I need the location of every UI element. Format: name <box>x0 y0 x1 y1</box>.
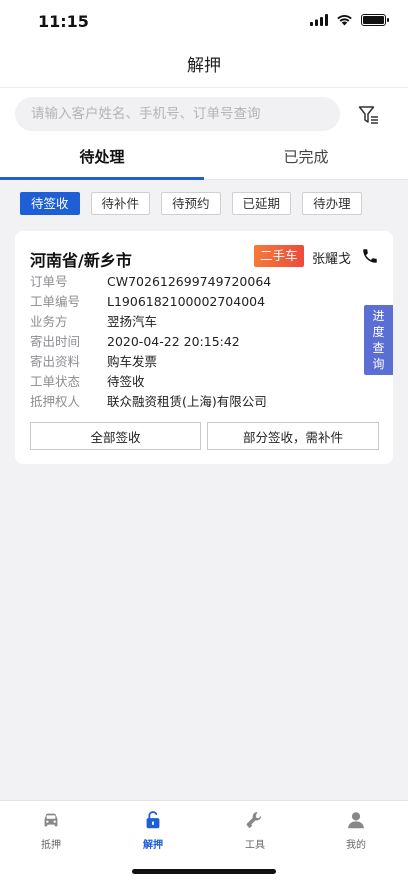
work-order-label: 工单编号 <box>30 294 81 309</box>
tabbar-label: 我的 <box>346 840 366 851</box>
contact-name: 张耀戈 <box>312 252 352 267</box>
business-party-label: 业务方 <box>30 314 68 329</box>
info-row: 寄出资料 购车发票 <box>30 352 271 372</box>
tabbar-mortgage[interactable]: 抵押 <box>21 809 81 851</box>
call-button[interactable] <box>361 247 379 265</box>
tabbar-label: 工具 <box>245 840 265 851</box>
unlock-icon <box>146 811 160 829</box>
order-info: 订单号 CW702612699749720064 工单编号 L190618210… <box>30 272 271 412</box>
info-row: 工单编号 L1906182100002704004 <box>30 292 271 312</box>
wifi-icon <box>337 15 352 26</box>
info-row: 业务方 翌扬汽车 <box>30 312 271 332</box>
search-input[interactable] <box>15 97 340 131</box>
progress-char: 度 <box>372 325 385 339</box>
business-party-value: 翌扬汽车 <box>107 314 158 329</box>
tabbar-label: 解押 <box>143 840 163 851</box>
send-time-value: 2020-04-22 20:15:42 <box>107 334 240 349</box>
work-order-value: L1906182100002704004 <box>107 294 266 309</box>
card-city: 河南省/新乡市 <box>30 251 132 270</box>
info-row: 抵押权人 联众融资租赁(上海)有限公司 <box>30 392 271 412</box>
page-title: 解押 <box>187 56 221 76</box>
car-icon <box>44 813 58 827</box>
tabbar-mine[interactable]: 我的 <box>326 809 386 851</box>
order-no-label: 订单号 <box>30 274 68 289</box>
chip-delayed[interactable]: 已延期 <box>231 192 292 215</box>
nav-bar: 解押 <box>0 44 408 88</box>
mortgagee-label: 抵押权人 <box>30 394 81 409</box>
order-no-value: CW702612699749720064 <box>107 274 272 289</box>
filter-button[interactable] <box>356 102 382 128</box>
phone-icon <box>363 249 377 263</box>
screen: 11:15 解押 请输入客户姓名、手机号、订单号查询 待处理 已完成 待签收 待… <box>0 0 408 883</box>
order-status-value: 待签收 <box>107 374 145 389</box>
send-docs-value: 购车发票 <box>107 354 158 369</box>
filter-icon <box>358 106 378 124</box>
wrench-icon <box>246 812 262 829</box>
status-tabs: 待处理 已完成 <box>0 140 408 180</box>
order-status-label: 工单状态 <box>30 374 81 389</box>
sign-all-button[interactable]: 全部签收 <box>30 422 201 450</box>
progress-char: 询 <box>372 357 385 371</box>
info-row: 寄出时间 2020-04-22 20:15:42 <box>30 332 271 352</box>
status-icons <box>310 14 389 26</box>
chip-to-book[interactable]: 待预约 <box>161 192 221 215</box>
status-bar: 11:15 <box>0 0 408 44</box>
chip-to-sign[interactable]: 待签收 <box>20 192 80 215</box>
send-time-label: 寄出时间 <box>30 334 81 349</box>
chip-to-supplement[interactable]: 待补件 <box>90 192 151 215</box>
status-time: 11:15 <box>38 12 89 31</box>
partial-sign-button[interactable]: 部分签收，需补件 <box>207 422 379 450</box>
mortgagee-value: 联众融资租赁(上海)有限公司 <box>107 394 267 409</box>
tab-completed[interactable]: 已完成 <box>204 140 408 179</box>
signal-icon <box>310 14 328 26</box>
user-icon <box>348 812 364 829</box>
send-docs-label: 寄出资料 <box>30 354 81 369</box>
home-indicator <box>132 869 276 874</box>
tabbar-label: 抵押 <box>41 840 61 851</box>
info-row: 工单状态 待签收 <box>30 372 271 392</box>
progress-char: 进 <box>372 309 385 323</box>
tabbar-release[interactable]: 解押 <box>123 809 183 851</box>
filter-chips: 待签收 待补件 待预约 已延期 待办理 <box>20 192 362 215</box>
tabbar-tools[interactable]: 工具 <box>225 809 285 851</box>
order-card: 河南省/新乡市 二手车 张耀戈 订单号 CW702612699749720064… <box>15 231 393 464</box>
search-row <box>0 88 408 140</box>
chip-to-process[interactable]: 待办理 <box>302 192 362 215</box>
info-row: 订单号 CW702612699749720064 <box>30 272 271 292</box>
battery-icon <box>361 14 389 26</box>
progress-char: 查 <box>372 341 385 355</box>
tab-pending[interactable]: 待处理 <box>0 140 204 180</box>
used-car-badge: 二手车 <box>254 245 304 267</box>
progress-query-button[interactable]: 进 度 查 询 <box>364 305 393 375</box>
